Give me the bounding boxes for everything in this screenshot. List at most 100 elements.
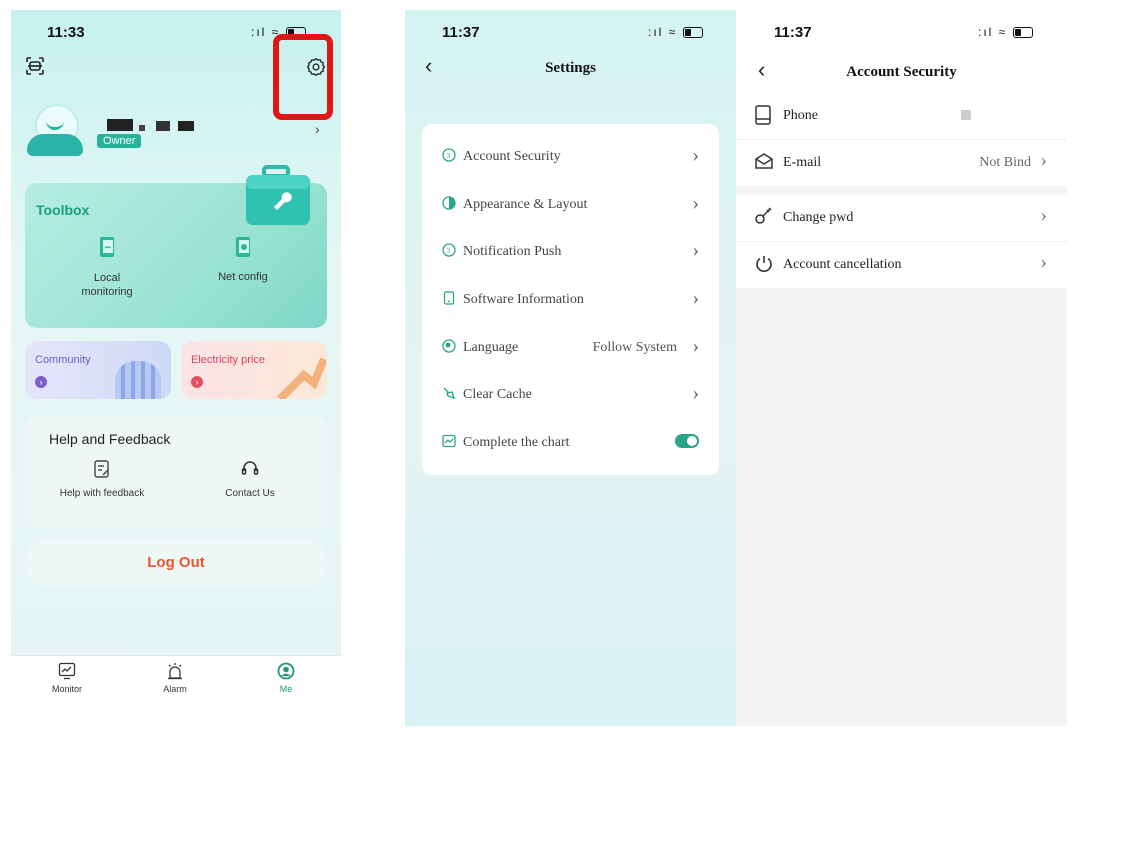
tab-label: Alarm (163, 684, 187, 694)
status-bar: 11:37 :ıl ≈ (736, 22, 1067, 44)
chevron-right-icon: › (692, 335, 699, 357)
community-illustration (115, 361, 161, 399)
item-label: Language (463, 340, 519, 355)
email-value: Not Bind (979, 155, 1031, 170)
scan-icon[interactable] (25, 56, 45, 76)
row-label: E-mail (783, 155, 822, 170)
owner-badge: Owner (97, 134, 142, 148)
row-label: Change pwd (783, 210, 854, 225)
chevron-right-icon: › (692, 382, 699, 404)
status-time: 11:33 (47, 24, 85, 41)
item-label: Clear Cache (463, 387, 532, 402)
community-banner[interactable]: Community › (25, 341, 171, 399)
key-icon (754, 207, 774, 225)
account-row-email[interactable]: E-mail Not Bind › (736, 140, 1067, 186)
highlight-box (273, 34, 333, 120)
chevron-right-icon: › (1040, 251, 1047, 273)
alarm-bell-icon (166, 662, 184, 680)
row-label: Account cancellation (783, 257, 902, 272)
page-title: Account Security (846, 64, 957, 80)
chevron-right-icon: › (1040, 149, 1047, 171)
tab-monitor[interactable]: Monitor (37, 662, 97, 694)
toolbox-illustration (244, 165, 312, 227)
settings-item-notification-push[interactable]: 3 Notification Push › (442, 239, 699, 264)
chevron-right-icon: › (1040, 204, 1047, 226)
help-card: Help and Feedback Help with feedback Con… (25, 417, 327, 527)
phone-wifi-icon (98, 235, 116, 259)
contact-us-item[interactable]: Contact Us (205, 459, 295, 499)
palette-icon (442, 196, 456, 210)
broom-icon (442, 386, 456, 400)
status-icons: :ıl ≈ (978, 25, 1033, 39)
chart-icon (442, 434, 456, 448)
account-row-cancellation[interactable]: Account cancellation › (736, 242, 1067, 288)
phone-globe-icon (234, 235, 252, 259)
phone-value-redacted (961, 110, 971, 120)
chevron-right-icon: › (692, 287, 699, 309)
profile-chevron-icon[interactable]: › (315, 121, 320, 137)
headset-icon (241, 459, 259, 479)
logout-button[interactable]: Log Out (25, 540, 327, 586)
item-label: Account Security (463, 149, 561, 164)
logout-label: Log Out (147, 554, 205, 571)
help-title: Help and Feedback (49, 431, 171, 447)
help-feedback-label: Help with feedback (59, 488, 145, 499)
status-bar: 11:37 :ıl ≈ (405, 22, 736, 44)
tool-label: Local monitoring (81, 272, 133, 298)
item-label: Software Information (463, 292, 584, 307)
tab-label: Me (279, 684, 293, 694)
chevron-right-icon: › (692, 239, 699, 261)
settings-item-complete-chart: Complete the chart (442, 431, 699, 455)
toolbox-title: Toolbox (36, 202, 90, 218)
svg-text:3: 3 (447, 152, 451, 160)
edit-note-icon (93, 459, 111, 479)
mail-icon (754, 152, 774, 170)
tab-alarm[interactable]: Alarm (145, 662, 205, 694)
globe-icon (442, 339, 456, 353)
arrow-circle-icon: › (191, 376, 203, 388)
me-screen: 11:33 :ıl ≈ Owner › Toolbox Local monito… (11, 10, 341, 726)
settings-item-account-security[interactable]: 3 Account Security › (442, 144, 699, 169)
settings-item-appearance[interactable]: Appearance & Layout › (442, 192, 699, 217)
user-circle-icon (277, 662, 295, 680)
electricity-price-banner[interactable]: Electricity price › (181, 341, 327, 399)
settings-card: 3 Account Security › Appearance & Layout… (422, 124, 719, 475)
settings-item-clear-cache[interactable]: Clear Cache › (442, 382, 699, 407)
tab-me[interactable]: Me (256, 662, 316, 694)
chevron-right-icon: › (692, 192, 699, 214)
item-label: Notification Push (463, 244, 562, 259)
account-row-phone[interactable]: Phone (736, 93, 1067, 140)
community-label: Community (35, 354, 91, 366)
power-icon (754, 254, 774, 274)
contact-us-label: Contact Us (225, 488, 275, 499)
tool-net-config[interactable]: Net config (203, 235, 283, 283)
battery-icon (1012, 27, 1033, 39)
complete-chart-toggle[interactable] (675, 434, 699, 448)
page-title: Settings (545, 60, 596, 76)
phone-icon (754, 105, 772, 125)
account-row-change-pwd[interactable]: Change pwd › (736, 195, 1067, 242)
bell-icon: 3 (442, 243, 456, 257)
bottom-tab-bar: Monitor Alarm Me (11, 655, 341, 726)
rising-arrow-illustration (276, 353, 326, 399)
avatar[interactable] (27, 104, 85, 158)
shield-icon: 3 (442, 148, 456, 162)
tab-label: Monitor (51, 684, 82, 694)
device-icon (442, 291, 456, 305)
language-value: Follow System (592, 340, 677, 355)
settings-item-language[interactable]: Language Follow System › (442, 335, 699, 360)
item-label: Complete the chart (463, 435, 570, 450)
row-label: Phone (783, 108, 818, 123)
status-time: 11:37 (774, 24, 812, 41)
monitor-icon (58, 662, 76, 680)
tool-label: Net config (218, 271, 268, 283)
status-icons: :ıl ≈ (648, 25, 703, 39)
svg-text:3: 3 (447, 247, 451, 255)
item-label: Appearance & Layout (463, 197, 588, 212)
help-feedback-item[interactable]: Help with feedback (47, 459, 157, 499)
chevron-right-icon: › (692, 144, 699, 166)
battery-icon (682, 27, 703, 39)
tool-local-monitoring[interactable]: Local monitoring (67, 235, 147, 299)
status-time: 11:37 (442, 24, 480, 41)
settings-item-software-info[interactable]: Software Information › (442, 287, 699, 312)
